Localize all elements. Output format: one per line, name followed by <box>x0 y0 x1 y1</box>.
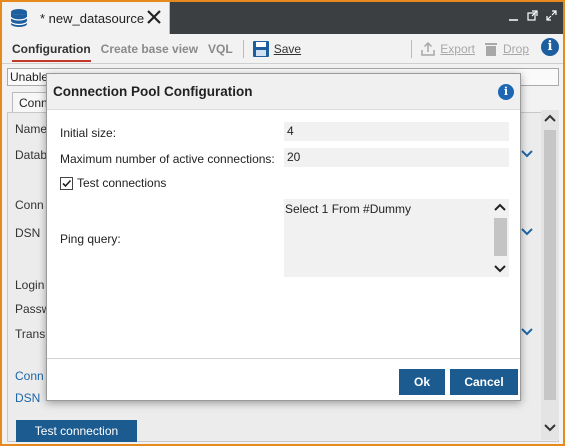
tab-new-datasource[interactable]: * new_datasource <box>2 2 170 34</box>
dialog-footer-divider <box>47 358 520 359</box>
ok-button[interactable]: Ok <box>399 369 445 395</box>
ping-query-label: Ping query: <box>60 232 121 246</box>
dsn-link[interactable]: DSN <box>15 391 40 405</box>
datasource-window: * new_datasource Configuration Create ba… <box>0 0 565 446</box>
dialog-title: Connection Pool Configuration <box>53 84 253 99</box>
field-label-connection: Conn <box>15 198 44 212</box>
chevron-down-icon[interactable] <box>521 328 533 336</box>
maximize-icon[interactable] <box>546 10 557 21</box>
max-active-connections-input[interactable]: 20 <box>284 148 509 167</box>
restore-icon[interactable] <box>527 10 538 21</box>
test-connection-button[interactable]: Test connection <box>16 420 137 442</box>
field-label-dsn: DSN <box>15 226 41 240</box>
editor-toolbar: Configuration Create base view VQL Save … <box>2 34 563 64</box>
panel-scrollbar-thumb[interactable] <box>544 130 556 400</box>
export-icon <box>421 41 436 56</box>
scroll-up-icon[interactable] <box>544 114 556 122</box>
save-label: Save <box>273 41 302 56</box>
field-label-transaction: Trans <box>15 327 46 341</box>
drop-button[interactable]: Drop <box>483 41 529 57</box>
initial-size-label: Initial size: <box>60 126 117 140</box>
initial-size-input[interactable]: 4 <box>284 122 509 141</box>
drop-label: Drop <box>502 41 529 56</box>
ping-query-text: Select 1 From #Dummy <box>285 202 412 216</box>
database-icon <box>10 9 28 27</box>
export-button[interactable]: Export <box>420 41 475 57</box>
window-controls <box>508 10 557 21</box>
scroll-down-icon[interactable] <box>544 424 556 432</box>
minimize-icon[interactable] <box>508 10 519 21</box>
trash-icon <box>484 42 497 56</box>
toolbar-divider-right <box>411 39 413 58</box>
tab-configuration[interactable]: Configuration <box>12 34 91 64</box>
save-icon <box>252 40 269 57</box>
ping-query-scrollbar-thumb[interactable] <box>494 218 507 256</box>
save-button[interactable]: Save <box>252 40 301 58</box>
max-active-connections-label: Maximum number of active connections: <box>60 152 275 166</box>
tab-title: * new_datasource <box>40 10 145 26</box>
field-label-database: Datab <box>15 148 48 162</box>
scroll-down-icon[interactable] <box>494 265 506 273</box>
checkmark-icon <box>62 179 72 188</box>
title-bar: * new_datasource <box>2 2 563 34</box>
connection-link[interactable]: Conn <box>15 369 44 383</box>
ping-query-scrollbar[interactable] <box>492 199 509 277</box>
tab-vql[interactable]: VQL <box>208 34 233 64</box>
toolbar-divider <box>242 39 244 58</box>
panel-scrollbar[interactable] <box>541 110 559 440</box>
ping-query-textarea[interactable]: Select 1 From #Dummy <box>284 199 509 277</box>
chevron-down-icon[interactable] <box>521 150 533 158</box>
chevron-down-icon[interactable] <box>521 228 533 236</box>
tab-connection[interactable]: Conn <box>12 92 50 112</box>
cancel-button[interactable]: Cancel <box>450 369 518 395</box>
close-tab-icon[interactable] <box>145 8 163 26</box>
scroll-up-icon[interactable] <box>494 203 506 211</box>
tab-create-base-view[interactable]: Create base view <box>101 34 198 64</box>
connection-pool-dialog: Connection Pool Configuration i Initial … <box>46 73 521 401</box>
info-icon[interactable]: i <box>498 84 514 100</box>
export-label: Export <box>440 41 475 56</box>
info-icon[interactable]: i <box>541 38 559 56</box>
field-label-name: Name <box>15 122 48 136</box>
test-connections-checkbox[interactable] <box>60 177 73 190</box>
test-connections-label[interactable]: Test connections <box>77 176 166 190</box>
dialog-header: Connection Pool Configuration i <box>47 74 520 110</box>
field-label-login: Login <box>15 278 45 292</box>
